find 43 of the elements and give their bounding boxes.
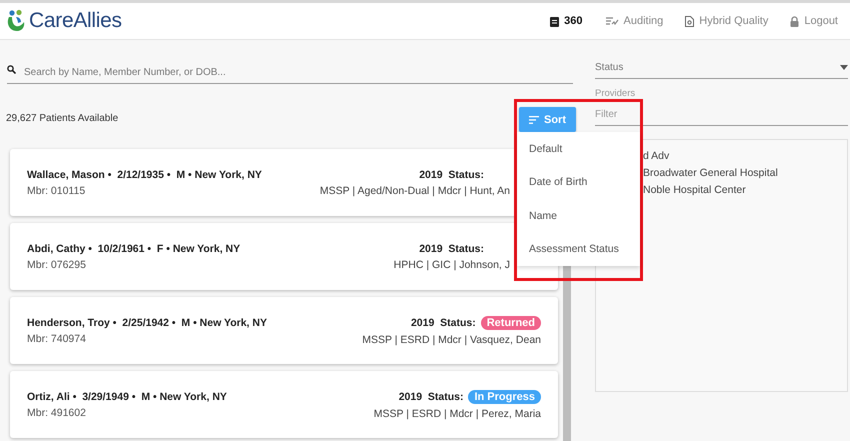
sort-option[interactable]: Name (517, 199, 640, 232)
patient-count: 29,627 Patients Available (6, 113, 118, 124)
patient-name: Abdi, Cathy • 10/2/1961 • F • New York, NY (27, 242, 240, 254)
status-select[interactable]: Status (595, 62, 848, 79)
nav-link[interactable]: Auditing (604, 15, 664, 27)
status-label: 2019 Status: (410, 316, 476, 328)
patient-name: Ortiz, Ali • 3/29/1949 • M • New York, NY (27, 390, 227, 402)
plan-details: MSSP | ESRD | Mdcr | Perez, Maria (374, 408, 541, 420)
nav-link[interactable]: 360 (550, 15, 582, 27)
provider-item[interactable]: Broadwater General Hospital (643, 167, 847, 179)
patient-name: Wallace, Mason • 2/12/1935 • M • New York, NY (27, 168, 262, 180)
status-label: 2019 Status: (419, 168, 484, 180)
providers-label: Providers (595, 88, 636, 99)
member-number: Mbr: 076295 (27, 258, 87, 270)
plan-details: MSSP | ESRD | Mdcr | Vasquez, Dean (362, 334, 541, 346)
lock-icon (790, 16, 800, 26)
status-badge: In Progress (468, 390, 541, 404)
status-label: 2019 Status: (419, 242, 484, 254)
plan-details: HPHC | GIC | Johnson, J (394, 258, 510, 270)
plan-details: MSSP | Aged/Non-Dual | Mdcr | Hunt, An (320, 184, 510, 196)
status-label: 2019 Status: (398, 390, 464, 402)
clipboard-icon (550, 16, 560, 26)
status-badge: Returned (480, 316, 541, 330)
member-number: Mbr: 491602 (27, 406, 87, 418)
filter-field[interactable]: Filter (595, 104, 848, 126)
member-number: Mbr: 740974 (27, 332, 87, 344)
nav-link[interactable]: Hybrid Quality (685, 15, 768, 27)
logo-icon (6, 9, 26, 33)
search-field[interactable]: Search by Name, Member Number, or DOB... (7, 67, 573, 84)
patient-name: Henderson, Troy • 2/25/1942 • M • New York, NY (27, 316, 267, 328)
document-icon (685, 16, 694, 26)
dropdown-caret-icon (840, 65, 848, 70)
member-number: Mbr: 010115 (27, 184, 86, 196)
provider-item[interactable]: d Adv (643, 150, 847, 162)
sort-option[interactable]: Assessment Status (517, 232, 640, 266)
provider-item[interactable]: Noble Hospital Center (643, 184, 847, 196)
sort-option[interactable]: Default (517, 132, 640, 166)
nav-link[interactable]: Logout (790, 15, 838, 27)
signature-icon (604, 16, 618, 26)
sort-icon (529, 116, 539, 124)
sort-option[interactable]: Date of Birth (517, 166, 640, 199)
logo-text: CareAllies (29, 9, 122, 33)
search-icon (7, 65, 16, 74)
